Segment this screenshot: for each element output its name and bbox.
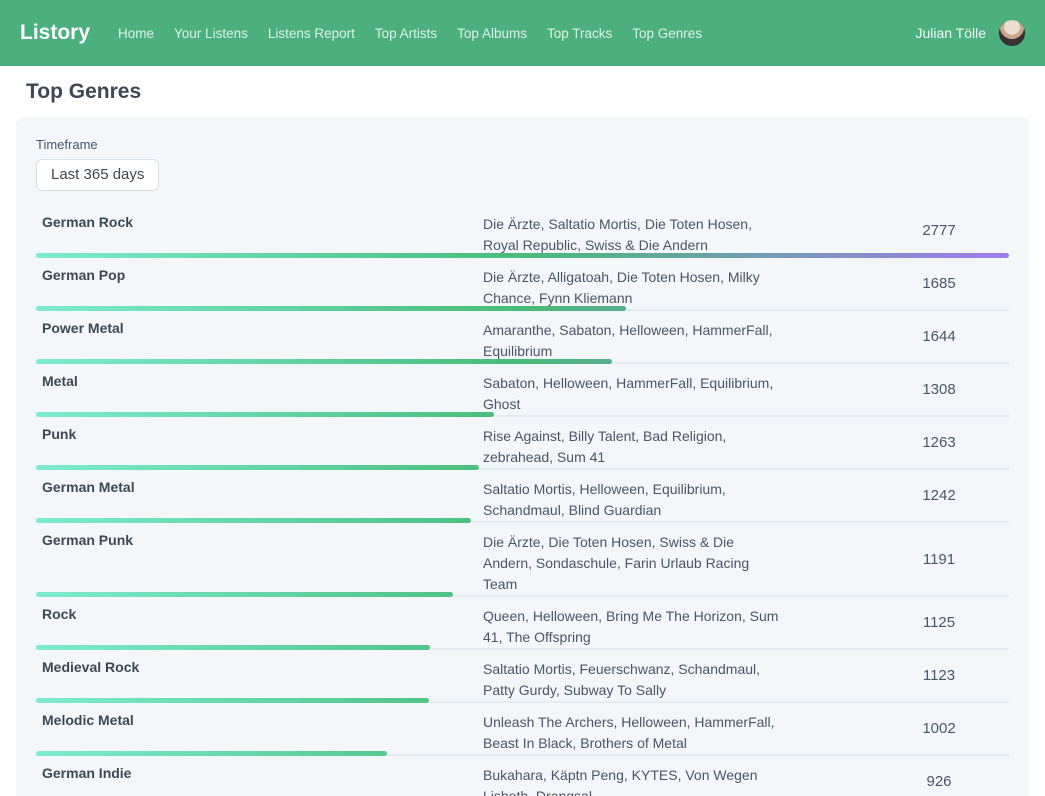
genre-count: 1263 bbox=[869, 417, 1009, 468]
genre-name: Punk bbox=[36, 417, 483, 468]
timeframe-label: Timeframe bbox=[36, 137, 1009, 152]
genre-artists-cell: Queen, Helloween, Bring Me The Horizon, … bbox=[483, 597, 869, 648]
nav-link-top-genres[interactable]: Top Genres bbox=[632, 26, 702, 41]
genre-row: Rock Queen, Helloween, Bring Me The Hori… bbox=[36, 597, 1009, 650]
genre-artists: Amaranthe, Sabaton, Helloween, HammerFal… bbox=[483, 320, 783, 362]
genre-row: Punk Rise Against, Billy Talent, Bad Rel… bbox=[36, 417, 1009, 470]
user-avatar[interactable] bbox=[999, 20, 1025, 46]
genre-name: Rock bbox=[36, 597, 483, 648]
nav-link-top-albums[interactable]: Top Albums bbox=[457, 26, 527, 41]
genre-name: Medieval Rock bbox=[36, 650, 483, 701]
genre-artists-cell: Unleash The Archers, Helloween, HammerFa… bbox=[483, 703, 869, 754]
genre-name: Metal bbox=[36, 364, 483, 415]
genre-progress-bar bbox=[36, 412, 494, 417]
genre-row: German Indie Bukahara, Käptn Peng, KYTES… bbox=[36, 756, 1009, 796]
genre-row: Power Metal Amaranthe, Sabaton, Hellowee… bbox=[36, 311, 1009, 364]
genre-artists-cell: Amaranthe, Sabaton, Helloween, HammerFal… bbox=[483, 311, 869, 362]
genre-artists-cell: Saltatio Mortis, Helloween, Equilibrium,… bbox=[483, 470, 869, 521]
page-title: Top Genres bbox=[26, 80, 1029, 104]
genre-artists: Rise Against, Billy Talent, Bad Religion… bbox=[483, 426, 783, 468]
genre-count: 1242 bbox=[869, 470, 1009, 521]
genre-artists: Sabaton, Helloween, HammerFall, Equilibr… bbox=[483, 373, 783, 415]
genre-count: 1308 bbox=[869, 364, 1009, 415]
genre-progress-bar bbox=[36, 592, 453, 597]
genre-name: German Pop bbox=[36, 258, 483, 309]
genre-progress-bar bbox=[36, 518, 471, 523]
genre-count: 1644 bbox=[869, 311, 1009, 362]
nav-link-top-artists[interactable]: Top Artists bbox=[375, 26, 437, 41]
genre-name: German Punk bbox=[36, 523, 483, 595]
user-menu[interactable]: Julian Tölle bbox=[915, 20, 1025, 46]
nav-link-top-tracks[interactable]: Top Tracks bbox=[547, 26, 612, 41]
genre-artists: Queen, Helloween, Bring Me The Horizon, … bbox=[483, 606, 783, 648]
nav-link-your-listens[interactable]: Your Listens bbox=[174, 26, 248, 41]
genre-name: German Metal bbox=[36, 470, 483, 521]
timeframe-field: Timeframe Last 365 days bbox=[36, 137, 1009, 191]
genre-artists-cell: Saltatio Mortis, Feuerschwanz, Schandmau… bbox=[483, 650, 869, 701]
genre-progress-bar bbox=[36, 253, 1009, 258]
genre-count: 1191 bbox=[869, 523, 1009, 595]
genre-artists-cell: Die Ärzte, Alligatoah, Die Toten Hosen, … bbox=[483, 258, 869, 309]
genre-name: German Indie bbox=[36, 756, 483, 796]
genre-row: German Rock Die Ärzte, Saltatio Mortis, … bbox=[36, 205, 1009, 258]
genre-artists-cell: Bukahara, Käptn Peng, KYTES, Von Wegen L… bbox=[483, 756, 869, 796]
genre-progress-bar bbox=[36, 645, 430, 650]
top-genres-card: Timeframe Last 365 days German Rock Die … bbox=[16, 117, 1029, 796]
genre-row: Medieval Rock Saltatio Mortis, Feuerschw… bbox=[36, 650, 1009, 703]
genre-count: 926 bbox=[869, 756, 1009, 796]
genre-row: Metal Sabaton, Helloween, HammerFall, Eq… bbox=[36, 364, 1009, 417]
genre-progress-bar bbox=[36, 698, 429, 703]
app-logo[interactable]: Listory bbox=[20, 21, 90, 45]
nav-link-listens-report[interactable]: Listens Report bbox=[268, 26, 355, 41]
genre-table: German Rock Die Ärzte, Saltatio Mortis, … bbox=[36, 205, 1009, 796]
genre-progress-bar bbox=[36, 465, 479, 470]
page-content: Top Genres Timeframe Last 365 days Germa… bbox=[0, 80, 1045, 796]
genre-count: 1002 bbox=[869, 703, 1009, 754]
genre-row: German Punk Die Ärzte, Die Toten Hosen, … bbox=[36, 523, 1009, 597]
genre-artists: Saltatio Mortis, Feuerschwanz, Schandmau… bbox=[483, 659, 783, 701]
genre-row: Melodic Metal Unleash The Archers, Hello… bbox=[36, 703, 1009, 756]
user-name: Julian Tölle bbox=[915, 25, 986, 41]
genre-artists: Die Ärzte, Die Toten Hosen, Swiss & Die … bbox=[483, 532, 783, 595]
genre-artists-cell: Sabaton, Helloween, HammerFall, Equilibr… bbox=[483, 364, 869, 415]
timeframe-select[interactable]: Last 365 days bbox=[36, 159, 159, 191]
genre-count: 1123 bbox=[869, 650, 1009, 701]
genre-name: Power Metal bbox=[36, 311, 483, 362]
genre-row: German Metal Saltatio Mortis, Helloween,… bbox=[36, 470, 1009, 523]
genre-name: German Rock bbox=[36, 205, 483, 256]
genre-artists-cell: Die Ärzte, Saltatio Mortis, Die Toten Ho… bbox=[483, 205, 869, 256]
genre-count: 2777 bbox=[869, 205, 1009, 256]
nav-link-home[interactable]: Home bbox=[118, 26, 154, 41]
genre-count: 1685 bbox=[869, 258, 1009, 309]
genre-artists: Bukahara, Käptn Peng, KYTES, Von Wegen L… bbox=[483, 765, 783, 796]
genre-artists: Die Ärzte, Alligatoah, Die Toten Hosen, … bbox=[483, 267, 783, 309]
genre-progress-bar bbox=[36, 359, 612, 364]
genre-artists: Unleash The Archers, Helloween, HammerFa… bbox=[483, 712, 783, 754]
genre-row: German Pop Die Ärzte, Alligatoah, Die To… bbox=[36, 258, 1009, 311]
genre-count: 1125 bbox=[869, 597, 1009, 648]
main-nav: Home Your Listens Listens Report Top Artist… bbox=[118, 26, 702, 41]
genre-progress-bar bbox=[36, 751, 387, 756]
genre-name: Melodic Metal bbox=[36, 703, 483, 754]
genre-progress-bar bbox=[36, 306, 626, 311]
genre-artists: Saltatio Mortis, Helloween, Equilibrium,… bbox=[483, 479, 783, 521]
genre-artists-cell: Die Ärzte, Die Toten Hosen, Swiss & Die … bbox=[483, 523, 869, 595]
top-navbar: Listory Home Your Listens Listens Report To… bbox=[0, 0, 1045, 66]
genre-artists-cell: Rise Against, Billy Talent, Bad Religion… bbox=[483, 417, 869, 468]
genre-artists: Die Ärzte, Saltatio Mortis, Die Toten Ho… bbox=[483, 214, 783, 256]
